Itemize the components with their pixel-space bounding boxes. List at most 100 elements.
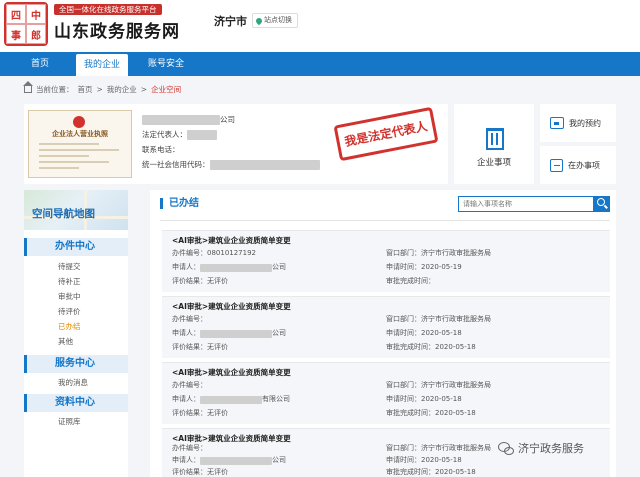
record-number: 办件编号： [172,443,207,454]
sidebar-item-to-evaluate[interactable]: 待评价 [58,306,81,318]
field-value: 2020-05-18 [435,343,476,351]
main-nav: 首页 我的企业 账号安全 [0,52,640,76]
field-label: 办件编号： [172,249,207,257]
record-dept: 窗口部门： 济宁市行政审批服务局 [386,314,491,325]
record-evaluation: 评价结果： 无评价 [172,276,228,287]
field-label: 申请时间： [386,395,421,403]
field-label: 申请时间： [386,263,421,271]
wechat-watermark: 济宁政务服务 [498,439,584,457]
site-logo[interactable]: 四 中 事 郎 [4,2,48,46]
site-title[interactable]: 山东政务服务网 [54,17,180,42]
redacted-block [200,329,272,338]
field-label: 审批完成时间： [386,277,435,285]
logo-char: 四 [6,4,26,24]
field-label: 评价结果： [172,409,207,417]
breadcrumb-enterprise[interactable]: 我的企业 [107,84,137,95]
in-progress-label: 在办事项 [568,160,600,170]
license-line [39,143,99,145]
phone-label: 联系电话： [142,145,180,154]
record-apply-time: 申请时间： 2020-05-18 [386,455,462,466]
field-value: 济宁市行政审批服务局 [421,315,491,323]
field-label: 申请时间： [386,329,421,337]
business-license-image[interactable]: 企业法人营业执照 [28,110,132,178]
nav-home[interactable]: 首页 [14,52,66,76]
field-value: 公司 [272,263,286,271]
search-input[interactable] [458,196,594,212]
field-label: 办件编号： [172,381,207,389]
field-value: 无评价 [207,277,228,285]
legal-rep-label: 法定代表人： [142,130,187,139]
search-button[interactable] [594,196,610,212]
record-number: 办件编号： 08010127192 [172,248,256,259]
in-progress-tile[interactable]: 在办事项 [540,146,616,184]
my-appointments-label: 我的预约 [569,118,601,128]
company-card: 企业法人营业执照 公司 法定代表人： 联系电话： 统一社会信用代码： 我是法定代… [24,104,448,184]
record-evaluation: 评价结果： 无评价 [172,408,228,419]
spatial-map-banner[interactable]: 空间导航地图 [24,190,128,230]
wechat-icon [498,441,514,455]
field-value: 济宁市行政审批服务局 [421,249,491,257]
license-line [39,161,109,163]
field-value: 2020-05-18 [421,395,462,403]
sidebar: 空间导航地图 办件中心 待提交 待补正 审批中 待评价 已办结 其他 服务中心 … [24,190,128,477]
redacted-block [187,130,217,140]
home-icon [23,80,33,93]
record-title[interactable]: <AI审批>建筑业企业资质简单变更 [172,367,291,378]
license-line [39,155,89,157]
record-apply-time: 申请时间： 2020-05-18 [386,328,462,339]
sidebar-head-service-center[interactable]: 服务中心 [24,355,128,373]
logo-char: 事 [6,24,26,44]
nav-my-enterprise[interactable]: 我的企业 [76,54,128,76]
logo-char: 郎 [26,24,46,44]
redacted-block [200,395,262,404]
field-label: 窗口部门： [386,315,421,323]
logo-char: 中 [26,4,46,24]
panel-divider [160,220,610,221]
search-icon [597,198,605,206]
my-appointments-tile[interactable]: 我的预约 [540,104,616,142]
site-header: 四 中 事 郎 全国一体化在线政务服务平台 山东政务服务网 济宁市 站点切换 [0,0,640,52]
result-record[interactable]: <AI审批>建筑业企业资质简单变更 办件编号： 申请人： 公司 评价结果： 无评价 … [162,296,610,358]
sidebar-item-my-messages[interactable]: 我的消息 [58,377,88,389]
field-value: 2020-05-18 [421,329,462,337]
record-finish-time: 审批完成时间： 2020-05-18 [386,342,476,353]
nav-account-security[interactable]: 账号安全 [138,52,194,76]
license-title: 企业法人营业执照 [52,130,108,138]
site-switch-button[interactable]: 站点切换 [252,13,298,28]
calendar-icon [550,117,564,129]
record-title[interactable]: <AI审批>建筑业企业资质简单变更 [172,235,291,246]
result-record[interactable]: <AI审批>建筑业企业资质简单变更 办件编号： 08010127192 申请人： 公… [162,230,610,292]
legal-rep-row: 法定代表人： [142,129,217,141]
field-value: 无评价 [207,409,228,417]
panel-title: 已办结 [160,198,199,209]
result-record[interactable]: <AI审批>建筑业企业资质简单变更 办件编号： 申请人： 有限公司 评价结果： 无评… [162,362,610,424]
field-label: 窗口部门： [386,381,421,389]
field-label: 办件编号： [172,444,207,452]
credit-code-row: 统一社会信用代码： [142,159,320,171]
breadcrumb-sep: > [140,84,148,94]
sidebar-item-other[interactable]: 其他 [58,336,73,348]
enterprise-matters-tile[interactable]: 企业事项 [454,104,534,184]
sidebar-item-completed[interactable]: 已办结 [58,321,81,333]
sidebar-item-to-submit[interactable]: 待提交 [58,261,81,273]
field-label: 评价结果： [172,343,207,351]
sidebar-item-to-correct[interactable]: 待补正 [58,276,81,288]
sidebar-head-material-center[interactable]: 资料中心 [24,394,128,412]
sidebar-item-license-library[interactable]: 证照库 [58,416,81,428]
field-label: 审批完成时间： [386,409,435,417]
phone-row: 联系电话： [142,144,180,156]
credit-code-label: 统一社会信用代码： [142,160,210,169]
sidebar-item-under-review[interactable]: 审批中 [58,291,81,303]
location-pin-icon [254,16,264,25]
sidebar-head-case-center[interactable]: 办件中心 [24,238,128,256]
record-finish-time: 审批完成时间： [386,276,435,287]
breadcrumb-home[interactable]: 首页 [78,84,93,95]
enterprise-matters-label: 企业事项 [476,158,511,168]
current-city: 济宁市 [214,15,247,28]
results-panel: 已办结 <AI审批>建筑业企业资质简单变更 办件编号：08010127192 申… [150,190,616,477]
field-value: 2020-05-19 [421,263,462,271]
record-apply-time: 申请时间： 2020-05-18 [386,394,462,405]
legal-rep-stamp: 我是法定代表人 [333,106,439,162]
record-title[interactable]: <AI审批>建筑业企业资质简单变更 [172,301,291,312]
redacted-block [200,263,272,272]
